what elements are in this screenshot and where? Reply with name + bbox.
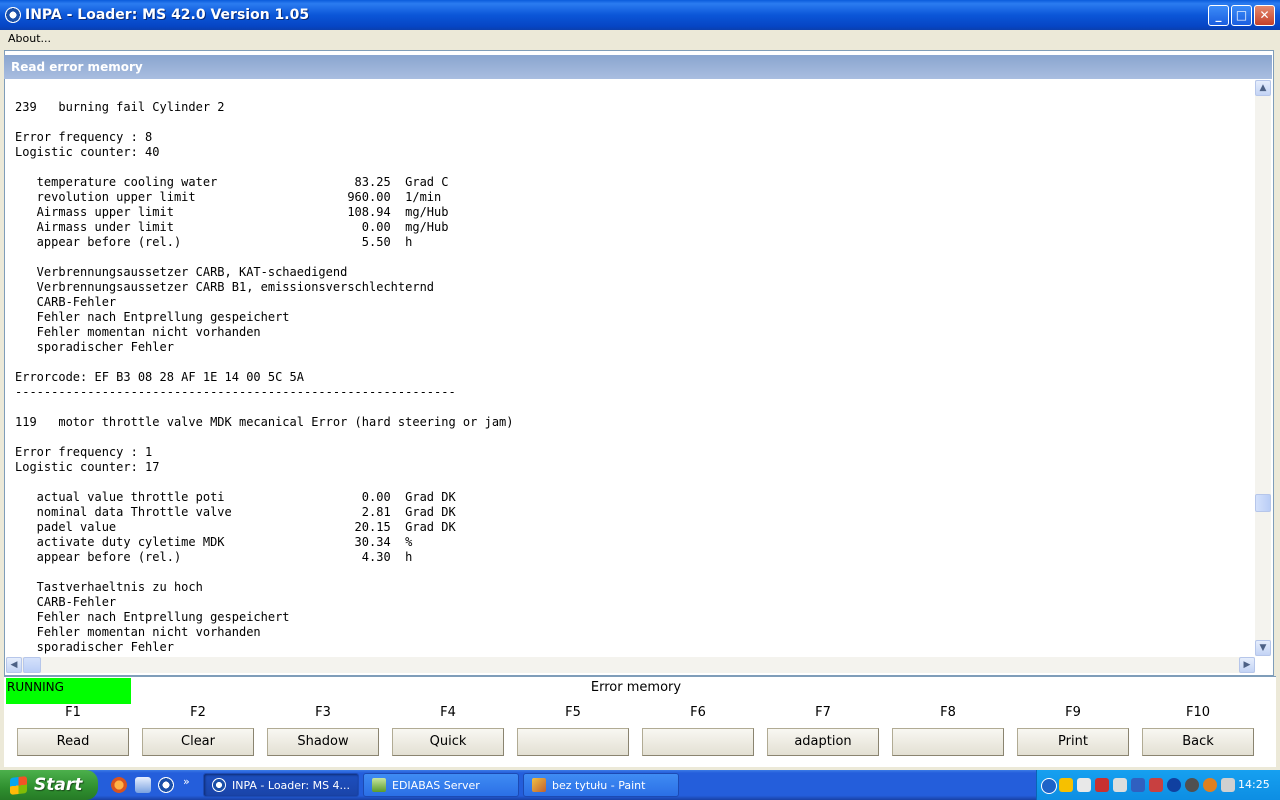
scroll-left-button[interactable]: ◀ xyxy=(6,657,22,673)
task-ediabas-server[interactable]: EDIABAS Server xyxy=(363,773,519,797)
close-button[interactable]: ✕ xyxy=(1254,5,1275,26)
task-paint[interactable]: bez tytułu - Paint xyxy=(523,773,679,797)
horizontal-scrollbar[interactable]: ◀ ▶ xyxy=(6,657,1255,673)
task-inpa-loader[interactable]: INPA - Loader: MS 4... xyxy=(203,773,359,797)
paint-icon xyxy=(532,778,546,792)
fkey-label-f9: F9 xyxy=(1065,705,1081,720)
print-button[interactable]: Print xyxy=(1017,728,1129,756)
windows-flag-icon xyxy=(10,776,27,795)
vertical-scroll-thumb[interactable] xyxy=(1255,494,1271,512)
back-button[interactable]: Back xyxy=(1142,728,1254,756)
network-disconnected-icon[interactable] xyxy=(1131,778,1145,792)
status-title: Error memory xyxy=(590,680,682,695)
network-icon[interactable] xyxy=(1113,778,1127,792)
bmw-logo-icon xyxy=(5,7,21,23)
task-label: INPA - Loader: MS 4... xyxy=(232,779,351,792)
ediabas-icon xyxy=(372,778,386,792)
taskbar: Start » INPA - Loader: MS 4... EDIABAS S… xyxy=(0,770,1280,800)
fkey-label-f10: F10 xyxy=(1185,705,1211,720)
start-label: Start xyxy=(34,775,83,795)
minimize-button[interactable]: _ xyxy=(1208,5,1229,26)
firefox-icon[interactable] xyxy=(111,777,127,793)
bmw-quicklaunch-icon[interactable] xyxy=(158,777,174,793)
bmw-icon xyxy=(212,778,226,792)
quick-button[interactable]: Quick xyxy=(392,728,504,756)
error-memory-output[interactable]: 239 burning fail Cylinder 2 Error freque… xyxy=(6,80,1254,656)
vertical-scrollbar[interactable]: ▲ ▼ xyxy=(1255,80,1271,656)
fkey-label-f8: F8 xyxy=(940,705,956,720)
window-titlebar: INPA - Loader: MS 42.0 Version 1.05 _ □ … xyxy=(0,0,1280,30)
tray-expand-icon[interactable] xyxy=(1041,778,1057,794)
fkey-label-f5: F5 xyxy=(565,705,581,720)
error-text: 239 burning fail Cylinder 2 Error freque… xyxy=(15,100,514,654)
window-title: INPA - Loader: MS 42.0 Version 1.05 xyxy=(25,7,310,23)
scroll-right-button[interactable]: ▶ xyxy=(1239,657,1255,673)
network-alert-icon[interactable] xyxy=(1095,778,1109,792)
shield-icon[interactable] xyxy=(1059,778,1073,792)
volume-icon[interactable] xyxy=(1221,778,1235,792)
status-state: RUNNING xyxy=(7,680,64,694)
scroll-up-button[interactable]: ▲ xyxy=(1255,80,1271,96)
scroll-down-button[interactable]: ▼ xyxy=(1255,640,1271,656)
maximize-button[interactable]: □ xyxy=(1231,5,1252,26)
connection-icon[interactable] xyxy=(1149,778,1163,792)
clock: 14:25 xyxy=(1238,778,1270,791)
horizontal-scroll-thumb[interactable] xyxy=(23,657,41,673)
panel-title: Read error memory xyxy=(11,60,143,74)
bluetooth-icon[interactable] xyxy=(1167,778,1181,792)
fkey-label-f3: F3 xyxy=(315,705,331,720)
shadow-button[interactable]: Shadow xyxy=(267,728,379,756)
task-label: EDIABAS Server xyxy=(392,779,480,792)
fkey-label-f2: F2 xyxy=(190,705,206,720)
read-button[interactable]: Read xyxy=(17,728,129,756)
fkey-label-f1: F1 xyxy=(65,705,81,720)
task-label: bez tytułu - Paint xyxy=(552,779,646,792)
menu-about[interactable]: About... xyxy=(8,32,51,45)
panel-header: Read error memory xyxy=(4,55,1272,79)
f6-button[interactable] xyxy=(642,728,754,756)
start-button[interactable]: Start xyxy=(0,770,98,800)
adaption-button[interactable]: adaption xyxy=(767,728,879,756)
antivirus-icon[interactable] xyxy=(1077,778,1091,792)
fkey-label-f7: F7 xyxy=(815,705,831,720)
update-icon[interactable] xyxy=(1203,778,1217,792)
sync-icon[interactable] xyxy=(1185,778,1199,792)
clear-button[interactable]: Clear xyxy=(142,728,254,756)
fkey-label-f4: F4 xyxy=(440,705,456,720)
fkey-label-f6: F6 xyxy=(690,705,706,720)
f8-button[interactable] xyxy=(892,728,1004,756)
f5-button[interactable] xyxy=(517,728,629,756)
menu-bar: About... xyxy=(0,30,1280,48)
quicklaunch-more[interactable]: » xyxy=(183,775,190,788)
status-badge: RUNNING xyxy=(6,678,131,704)
show-desktop-icon[interactable] xyxy=(135,777,151,793)
